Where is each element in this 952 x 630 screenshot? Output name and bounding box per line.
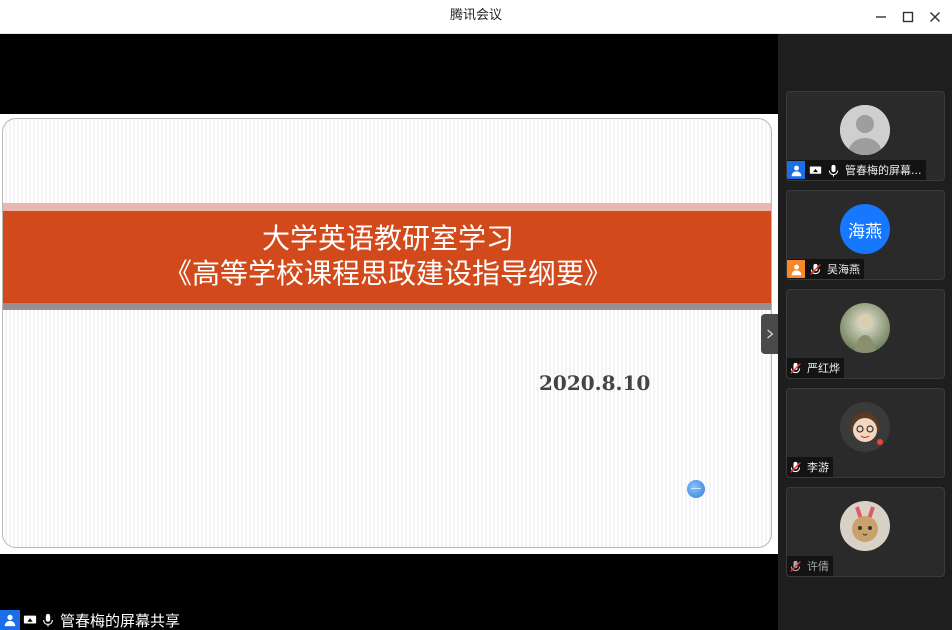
slide-date: 2020.8.10 [539, 371, 651, 395]
meeting-window: 腾讯会议 大学英语教研室学习 《高等学校课程思政建设指导纲要》 2020.8.1… [0, 0, 952, 630]
participant-tile[interactable]: 管春梅的屏幕... [786, 91, 945, 181]
participant-nameplate: 吴海燕 [787, 259, 864, 279]
avatar-initials: 海燕 [848, 221, 882, 242]
participant-name: 李游 [807, 461, 829, 474]
slide-band-top [3, 203, 771, 211]
microphone-icon [825, 162, 841, 178]
participant-name: 吴海燕 [827, 263, 860, 276]
participant-nameplate: 许倩 [787, 556, 833, 576]
participant-name: 严红烨 [807, 362, 840, 375]
user-icon [787, 161, 805, 179]
screen-share-label: 管春梅的屏幕共享 [0, 610, 181, 630]
slide-band-bottom [3, 303, 771, 310]
user-icon [0, 610, 20, 630]
maximize-icon [902, 11, 914, 23]
maximize-button[interactable] [897, 6, 919, 28]
host-user-icon [787, 260, 805, 278]
participant-tile[interactable]: 严红烨 [786, 289, 945, 379]
participant-nameplate: 李游 [787, 457, 833, 477]
participant-name: 许倩 [807, 560, 829, 573]
minimize-icon [876, 16, 886, 18]
window-title: 腾讯会议 [449, 8, 502, 23]
microphone-muted-icon [787, 558, 803, 574]
microphone-muted-icon [787, 459, 803, 475]
participant-name: 管春梅的屏幕... [845, 164, 922, 177]
share-label-text: 管春梅的屏幕共享 [60, 611, 181, 630]
microphone-muted-icon [787, 360, 803, 376]
slide-title-line2: 《高等学校课程思政建设指导纲要》 [163, 257, 612, 290]
microphone-muted-icon [807, 261, 823, 277]
slide-frame: 大学英语教研室学习 《高等学校课程思政建设指导纲要》 2020.8.10 [2, 118, 772, 548]
avatar [840, 105, 890, 155]
screen-share-icon [22, 612, 38, 628]
slide-title: 大学英语教研室学习 《高等学校课程思政建设指导纲要》 [3, 211, 771, 303]
participant-tile[interactable]: 李游 [786, 388, 945, 478]
avatar [840, 501, 890, 551]
close-button[interactable] [924, 6, 946, 28]
participant-tile[interactable]: 海燕 吴海燕 [786, 190, 945, 280]
participant-nameplate: 严红烨 [787, 358, 844, 378]
avatar [840, 402, 890, 452]
participant-tile[interactable]: 许倩 [786, 487, 945, 577]
minimize-button[interactable] [870, 6, 892, 28]
shared-slide: 大学英语教研室学习 《高等学校课程思政建设指导纲要》 2020.8.10 [0, 114, 778, 554]
slide-title-line1: 大学英语教研室学习 [261, 222, 514, 255]
close-icon [930, 12, 940, 22]
avatar [840, 303, 890, 353]
title-bar: 腾讯会议 [0, 0, 952, 34]
pointer-cursor-icon [687, 480, 705, 498]
collapse-panel-button[interactable] [761, 314, 778, 354]
avatar: 海燕 [840, 204, 890, 254]
participant-nameplate: 管春梅的屏幕... [787, 160, 926, 180]
microphone-icon [40, 612, 56, 628]
participants-panel: 管春梅的屏幕... 海燕 吴海燕 严红烨 李游 许倩 [778, 34, 952, 630]
screen-share-icon [807, 162, 823, 178]
screen-share-stage[interactable]: 大学英语教研室学习 《高等学校课程思政建设指导纲要》 2020.8.10 [0, 34, 778, 630]
chevron-right-icon [766, 329, 773, 339]
